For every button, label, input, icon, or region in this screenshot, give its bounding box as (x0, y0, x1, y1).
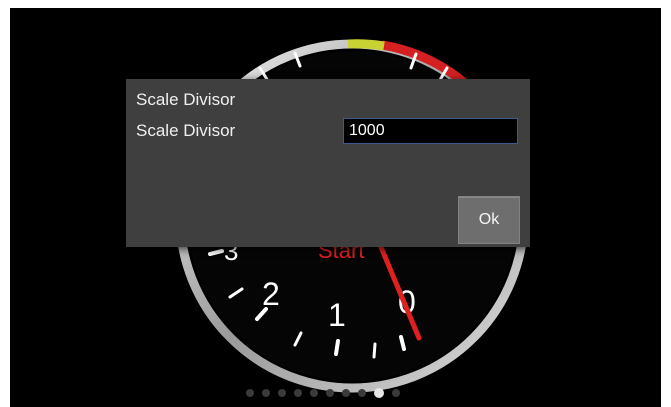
dialog-title: Scale Divisor (136, 90, 236, 109)
page-dot[interactable] (294, 389, 302, 397)
page-dot[interactable] (246, 389, 254, 397)
page-dot[interactable] (310, 389, 318, 397)
page-dot[interactable] (278, 389, 286, 397)
page-dot[interactable] (358, 389, 366, 397)
page-indicator (246, 388, 400, 398)
ok-button[interactable]: Ok (458, 196, 520, 244)
page-dot-active[interactable] (374, 388, 384, 398)
gauge-label-2: 2 (262, 276, 280, 312)
page-dot[interactable] (342, 389, 350, 397)
gauge-label-1: 1 (328, 297, 346, 333)
scale-divisor-label: Scale Divisor (136, 121, 236, 140)
page-dot[interactable] (392, 389, 400, 397)
yellow-zone (347, 39, 385, 51)
scale-divisor-dialog: Scale Divisor Scale Divisor Ok (126, 79, 530, 247)
scale-divisor-input[interactable] (343, 118, 518, 144)
page-dot[interactable] (262, 389, 270, 397)
app-screen: 2 1 0 3 Start Scale Divisor Scale Diviso… (10, 8, 661, 407)
page-dot[interactable] (326, 389, 334, 397)
